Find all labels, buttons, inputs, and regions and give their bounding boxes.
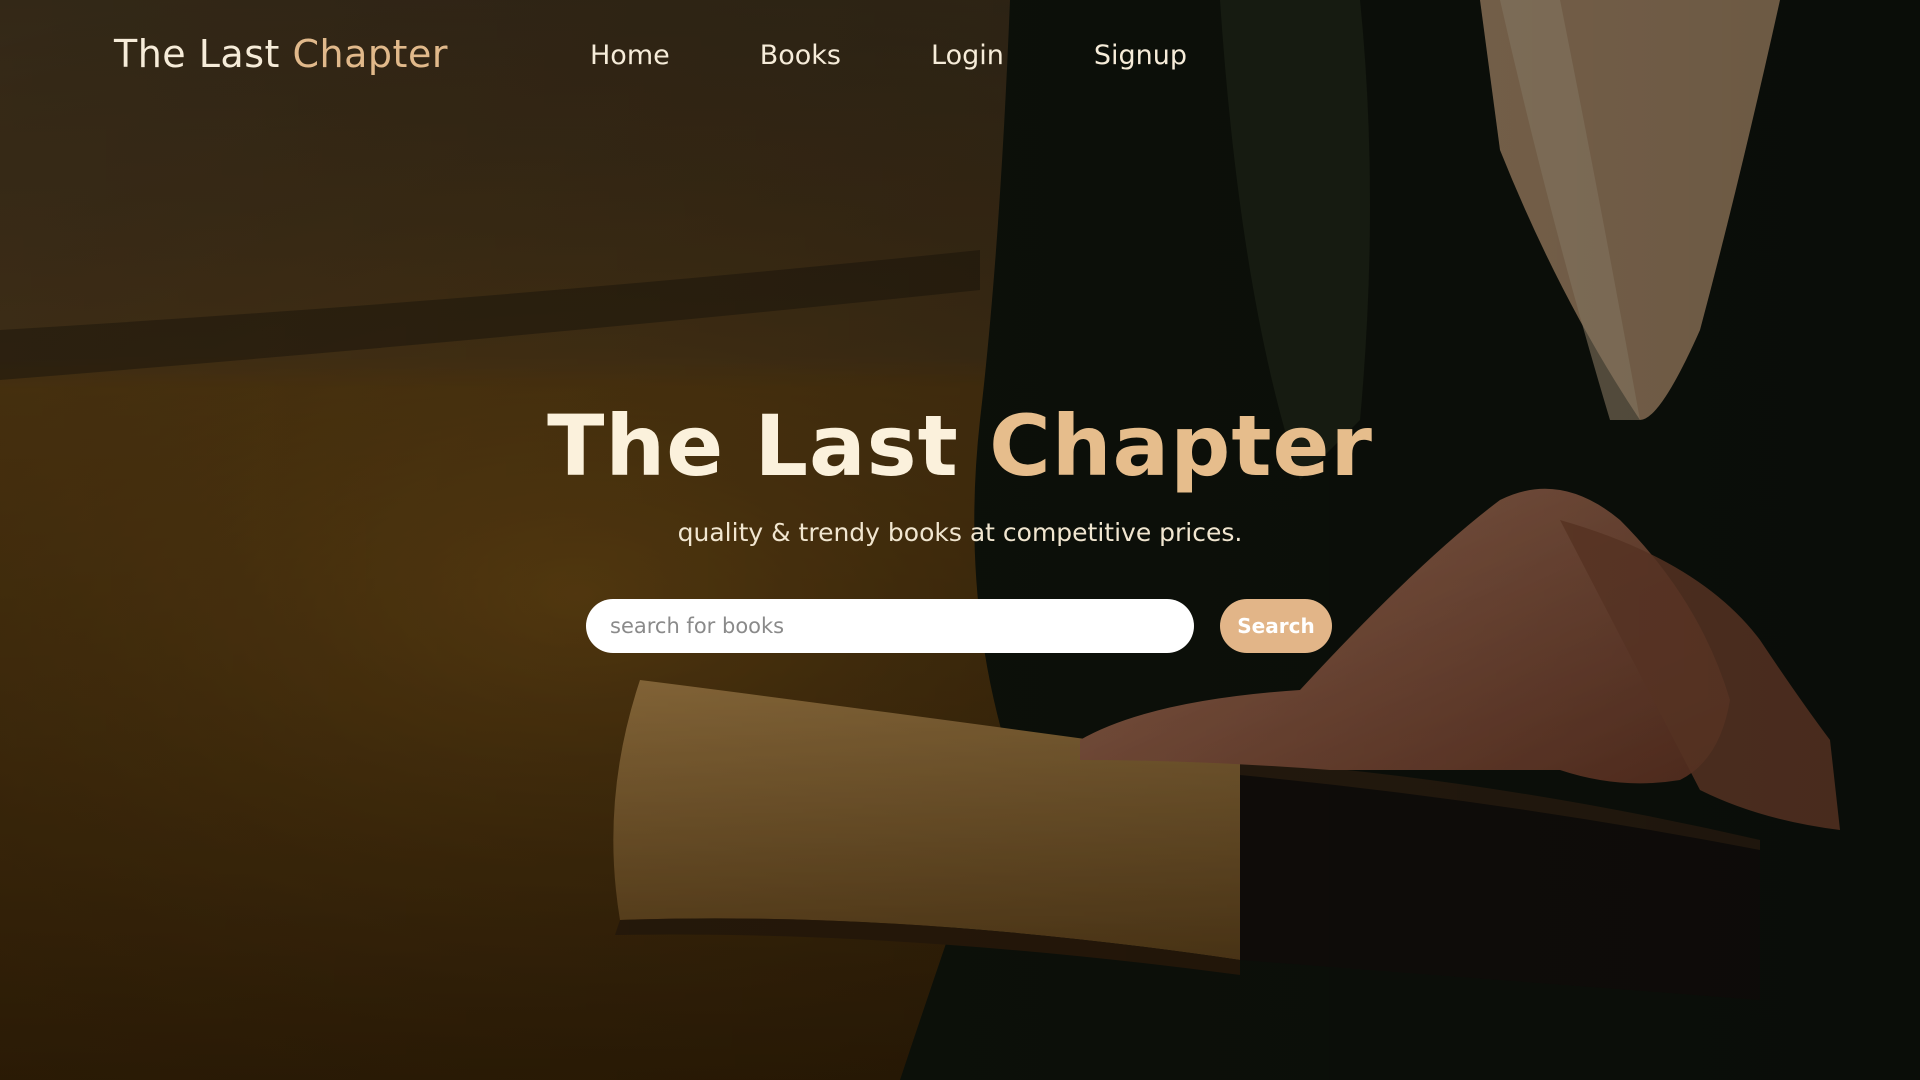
brand-text-accent: Chapter — [292, 32, 448, 76]
nav-link-signup[interactable]: Signup — [1094, 40, 1187, 71]
hero-section: The Last Chapter quality & trendy books … — [0, 400, 1920, 548]
search-bar: Search — [586, 599, 1332, 653]
search-input[interactable] — [586, 599, 1194, 653]
hero-title-accent: Chapter — [989, 397, 1373, 495]
brand-logo[interactable]: The Last Chapter — [114, 32, 448, 76]
hero-subtitle: quality & trendy books at competitive pr… — [677, 518, 1243, 548]
nav-link-home[interactable]: Home — [590, 40, 670, 71]
navbar: The Last Chapter Home Books Login Signup — [0, 0, 1920, 120]
brand-text-main: The Last — [114, 32, 280, 76]
hero-title: The Last Chapter — [0, 400, 1920, 492]
main-nav: Home Books Login Signup — [590, 40, 1277, 71]
landing-page: The Last Chapter Home Books Login Signup… — [0, 0, 1920, 1080]
nav-link-books[interactable]: Books — [760, 40, 841, 71]
search-button[interactable]: Search — [1220, 599, 1332, 653]
nav-link-login[interactable]: Login — [931, 40, 1004, 71]
hero-title-main: The Last — [547, 397, 959, 495]
